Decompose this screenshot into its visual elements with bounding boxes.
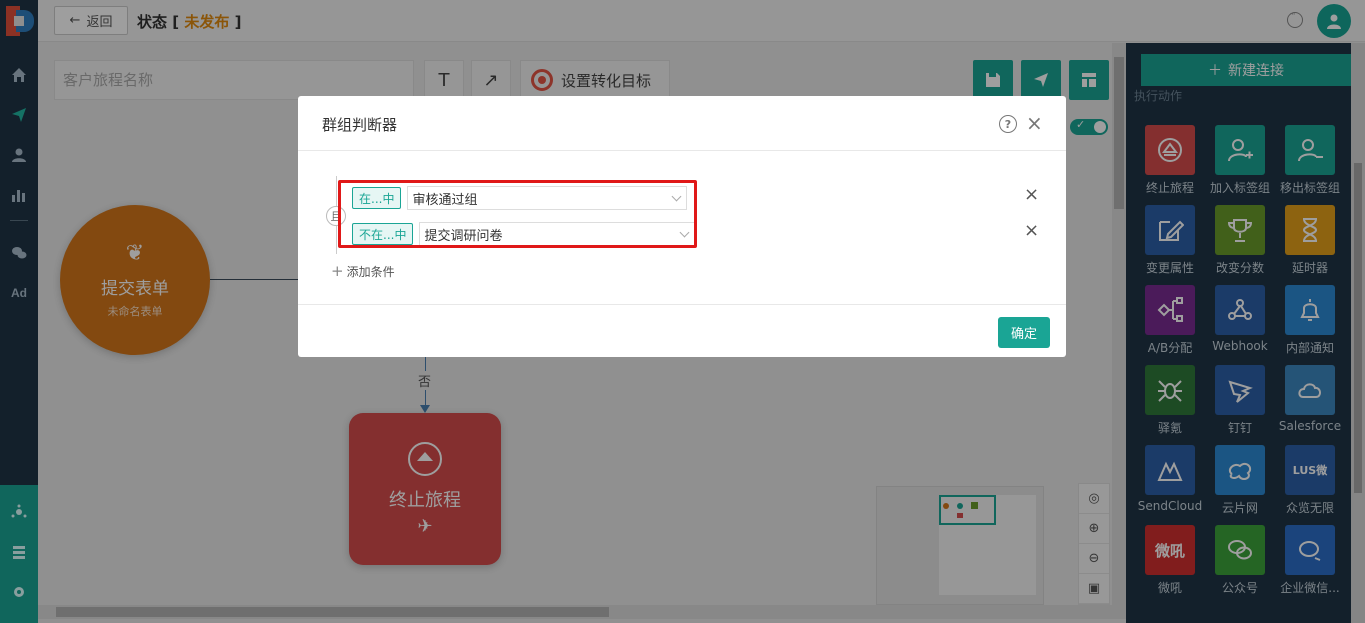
group-select-value: 审核通过组 [412,192,478,208]
condition-row: 不在...中 提交调研问卷 [352,222,696,246]
condition-row: 在...中 审核通过组 [352,186,688,210]
condition-operator[interactable]: 在...中 [352,187,402,209]
plus-icon: + [331,262,344,280]
add-condition-label: 添加条件 [346,265,395,279]
group-select[interactable]: 审核通过组 [407,186,688,210]
close-icon[interactable]: × [1026,111,1043,135]
group-judge-dialog: 群组判断器 ? × 且 在...中 审核通过组 × 不在...中 提交调研问卷 … [298,96,1066,357]
dialog-title: 群组判断器 [322,116,398,134]
chevron-down-icon [672,191,682,202]
help-icon[interactable]: ? [999,115,1017,133]
confirm-button[interactable]: 确定 [998,317,1050,348]
remove-condition-icon[interactable]: × [1024,184,1039,205]
remove-condition-icon[interactable]: × [1024,220,1039,241]
group-select[interactable]: 提交调研问卷 [419,222,696,246]
dialog-footer: 确定 [298,304,1066,357]
dialog-header: 群组判断器 ? × [298,96,1066,151]
and-operator[interactable]: 且 [326,206,346,226]
group-select-value: 提交调研问卷 [424,228,503,244]
add-condition-button[interactable]: + 添加条件 [331,262,395,280]
chevron-down-icon [680,227,690,238]
condition-operator[interactable]: 不在...中 [352,223,414,245]
